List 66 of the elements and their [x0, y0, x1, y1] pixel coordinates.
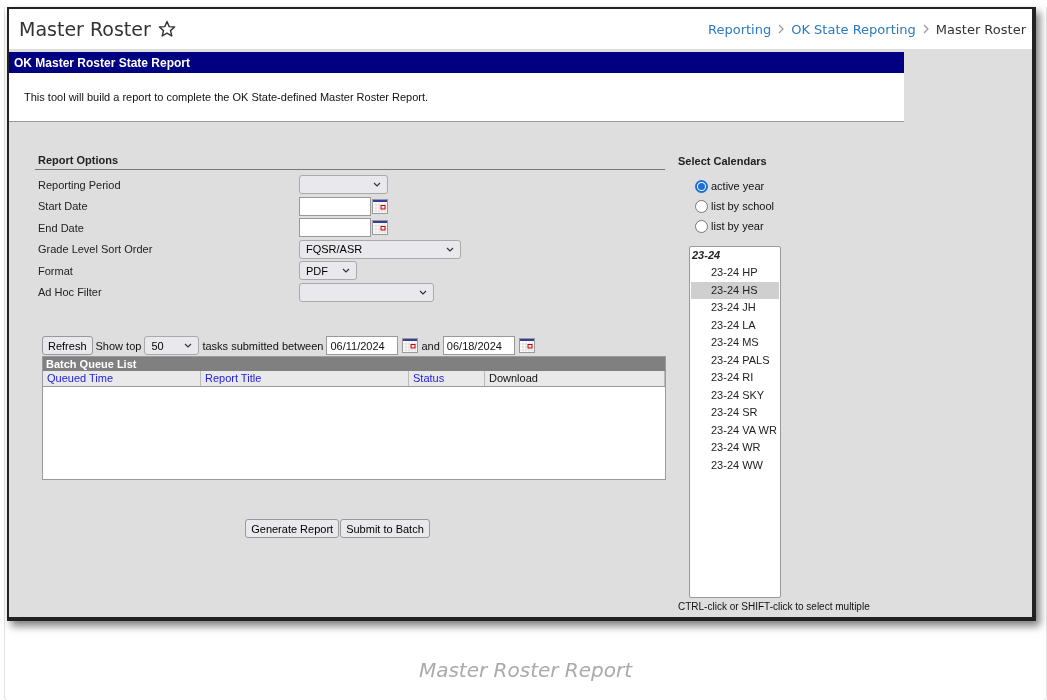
hint-text: CTRL-click or SHIFT-click to select multiple: [678, 601, 871, 612]
breadcrumb-current: Master Roster: [935, 21, 1026, 37]
field-label: End Date: [37, 221, 85, 234]
page-title: Master Roster: [19, 18, 151, 40]
column-header: Download: [485, 371, 665, 386]
chevron-icon: [777, 24, 786, 34]
group-label: 23-24: [691, 249, 722, 263]
calendar-listbox[interactable]: 23-24 23-24 HP 23-24 HS 23-24 JH 23-24 LA 23-24 MS 23-24 PALS 23-24 RI 23-24 SKY 23-24 SR 23-24 VA WR 23-24 WR 23-24 WW: [689, 246, 781, 598]
list-option[interactable]: 23-24 JH: [691, 299, 779, 317]
dropdown[interactable]: PDF: [299, 261, 357, 281]
list-option[interactable]: 23-24 SR: [691, 404, 779, 422]
radio-label: list by year: [711, 220, 764, 232]
caret-icon: [373, 182, 381, 188]
star-icon: [157, 20, 176, 38]
caret-icon: [184, 343, 193, 348]
field-label: Grade Level Sort Order: [37, 243, 154, 256]
list-option[interactable]: 23-24 WR: [691, 439, 779, 457]
column-header[interactable]: Queued Time: [43, 371, 201, 386]
action-button[interactable]: Generate Report: [245, 519, 340, 538]
calendar-icon[interactable]: [372, 220, 388, 236]
figure-caption: Master Roster Report: [417, 658, 634, 682]
date-field[interactable]: 06/11/2024: [326, 336, 399, 355]
dropdown[interactable]: FQSR/ASR: [299, 239, 461, 259]
radio-label: list by school: [711, 200, 774, 212]
chevron-icon: [921, 24, 930, 34]
list-option[interactable]: 23-24 SKY: [691, 386, 779, 404]
calendar-icon[interactable]: [372, 198, 388, 214]
list-option[interactable]: 23-24 RI: [691, 369, 779, 387]
date-field[interactable]: [299, 218, 371, 238]
radio-button[interactable]: [695, 199, 708, 213]
field-label: Ad Hoc Filter: [37, 286, 103, 299]
field-label: Format: [37, 264, 74, 277]
list-option[interactable]: 23-24 LA: [691, 316, 779, 334]
list-option[interactable]: 23-24 HS: [691, 281, 779, 299]
column-header[interactable]: Status: [409, 371, 485, 386]
radio-button[interactable]: [695, 179, 708, 193]
date-field[interactable]: [299, 196, 371, 216]
caret-icon: [419, 289, 427, 295]
field-label: Reporting Period: [37, 178, 122, 191]
column-header[interactable]: Report Title: [201, 371, 409, 386]
breadcrumb-link[interactable]: Reporting: [708, 21, 772, 37]
list-option[interactable]: 23-24 VA WR: [691, 421, 779, 439]
list-option[interactable]: 23-24 WW: [691, 456, 779, 474]
label-text: tasks submitted between: [202, 339, 324, 352]
label-text: and: [421, 339, 440, 352]
list-option[interactable]: 23-24 PALS: [691, 351, 779, 369]
radio-button[interactable]: [695, 219, 708, 233]
refresh-button[interactable]: Refresh: [42, 336, 93, 355]
breadcrumb-link[interactable]: OK State Reporting: [791, 21, 916, 37]
calendar-icon[interactable]: [402, 338, 419, 353]
list-option[interactable]: 23-24 MS: [691, 334, 779, 352]
section-title: Report Options: [35, 151, 665, 170]
radio-label: active year: [711, 180, 765, 192]
table-title-bar: Batch Queue List: [43, 357, 665, 371]
date-field[interactable]: 06/18/2024: [442, 336, 515, 355]
list-option[interactable]: 23-24 HP: [691, 264, 779, 282]
action-button[interactable]: Submit to Batch: [340, 519, 430, 538]
caret-icon: [446, 246, 454, 252]
dropdown[interactable]: 50: [144, 336, 200, 355]
panel-title-bar: OK Master Roster State Report: [9, 52, 904, 73]
description-text: This tool will build a report to complete the OK State-defined Master Roster Report.: [24, 91, 429, 103]
section-title: Select Calendars: [678, 155, 768, 167]
caret-icon: [342, 268, 350, 274]
field-label: Start Date: [37, 200, 89, 213]
calendar-icon[interactable]: [518, 338, 535, 353]
label-text: Show top: [95, 339, 142, 352]
